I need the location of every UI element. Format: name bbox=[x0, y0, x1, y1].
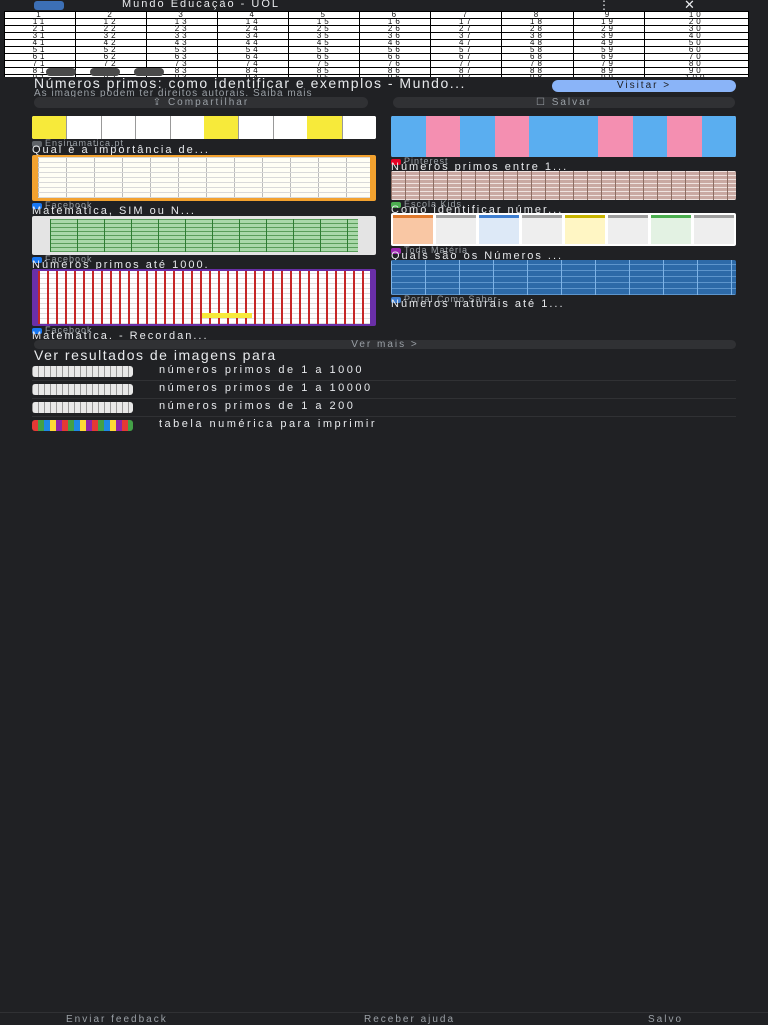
site-logo-icon[interactable] bbox=[34, 1, 64, 10]
result-caption[interactable]: Matemática, SIM ou N... bbox=[32, 206, 372, 216]
site-name[interactable]: Mundo Educação - UOL bbox=[122, 0, 280, 10]
result-thumbnail[interactable] bbox=[391, 260, 736, 295]
related-search-item[interactable]: números primos de 1 a 200 bbox=[32, 399, 736, 417]
table-cell: 99 bbox=[572, 74, 645, 77]
share-button[interactable]: ⇪ Compartilhar bbox=[34, 97, 368, 108]
footer: Enviar feedback Receber ajuda Salvo bbox=[0, 1012, 768, 1025]
table-cell: 100 bbox=[643, 74, 749, 77]
result-thumbnail[interactable] bbox=[32, 269, 376, 326]
table-cell: 98 bbox=[501, 74, 574, 77]
send-feedback-link[interactable]: Enviar feedback bbox=[66, 1014, 168, 1025]
related-search-label: tabela numérica para imprimir bbox=[159, 418, 377, 430]
related-thumbnail bbox=[32, 384, 133, 395]
related-search-label: números primos de 1 a 10000 bbox=[159, 382, 373, 394]
related-search-label: números primos de 1 a 200 bbox=[159, 400, 356, 412]
result-thumbnail[interactable] bbox=[32, 216, 376, 255]
related-search-item[interactable]: tabela numérica para imprimir bbox=[32, 417, 736, 434]
related-search-label: números primos de 1 a 1000 bbox=[159, 364, 365, 376]
result-thumbnail[interactable] bbox=[32, 116, 376, 139]
preview-image[interactable]: 1 2 3 4 5 6 7 8 9 10 11 12 13 14 15 16 17 18 19 20 21 22 23 24 2… bbox=[4, 11, 749, 77]
image-info: Números primos: como identificar e exemp… bbox=[34, 76, 554, 99]
related-searches-title: Ver resultados de imagens para bbox=[34, 347, 277, 363]
get-help-link[interactable]: Receber ajuda bbox=[364, 1014, 455, 1025]
save-button[interactable]: ☐ Salvar bbox=[393, 97, 735, 108]
result-thumbnail[interactable] bbox=[391, 116, 736, 157]
viewer-header: Mundo Educação - UOL ⋮ ✕ bbox=[0, 0, 768, 12]
image-title[interactable]: Números primos: como identificar e exemp… bbox=[34, 76, 554, 90]
result-caption[interactable]: Números naturais até 1... bbox=[391, 299, 731, 309]
result-thumbnail[interactable] bbox=[391, 213, 736, 246]
related-search-item[interactable]: números primos de 1 a 1000 bbox=[32, 363, 736, 381]
result-thumbnail[interactable] bbox=[391, 171, 736, 200]
related-thumbnail bbox=[32, 420, 133, 431]
related-thumbnail bbox=[32, 402, 133, 413]
saved-link[interactable]: Salvo bbox=[648, 1014, 683, 1025]
visit-button[interactable]: Visitar > bbox=[552, 80, 736, 92]
related-thumbnail bbox=[32, 366, 133, 377]
result-caption[interactable]: Qual é a importância de... bbox=[32, 145, 372, 155]
related-search-item[interactable]: números primos de 1 a 10000 bbox=[32, 381, 736, 399]
result-thumbnail[interactable] bbox=[32, 155, 376, 201]
